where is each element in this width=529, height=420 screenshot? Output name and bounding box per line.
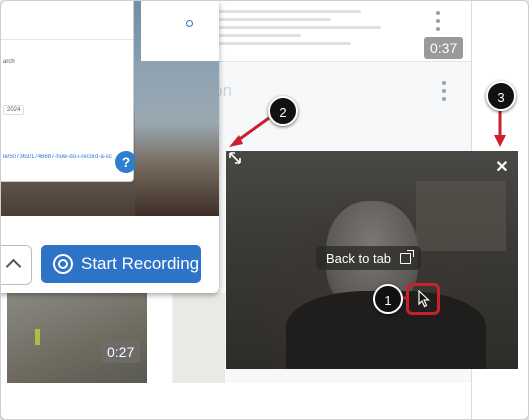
- callout-3: 3: [486, 81, 516, 111]
- screenshot-frame: 0:37 ntation 0:27 arch 2024 le/507363/17…: [0, 0, 529, 420]
- callout-arrows: [229, 111, 506, 300]
- callout-1: 1: [373, 284, 403, 314]
- callout-arrowhead-3: [494, 135, 506, 147]
- callout-arrow-2: [236, 116, 270, 143]
- callout-2: 2: [268, 96, 298, 126]
